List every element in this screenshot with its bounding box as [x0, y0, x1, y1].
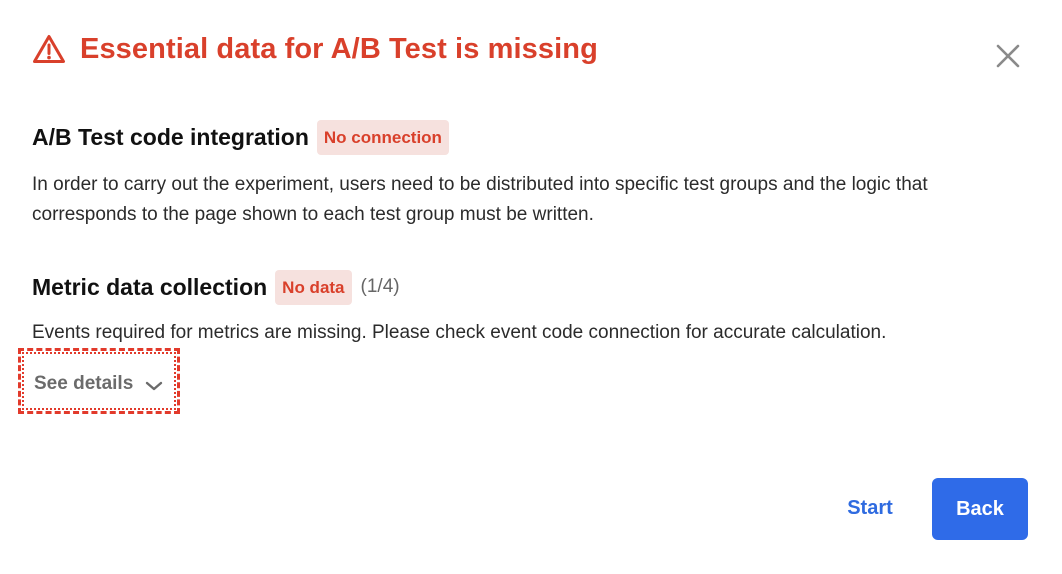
start-button[interactable]: Start — [832, 478, 908, 538]
section-description: In order to carry out the experiment, us… — [32, 174, 928, 225]
warning-triangle-icon — [33, 35, 65, 63]
section-header: A/B Test code integration No connection — [32, 118, 1022, 156]
section-description: Events required for metrics are missing.… — [32, 322, 887, 343]
section-title: A/B Test code integration — [32, 123, 309, 150]
dialog-header: Essential data for A/B Test is missing — [32, 34, 598, 64]
close-icon[interactable] — [993, 41, 1023, 71]
back-button[interactable]: Back — [932, 478, 1028, 540]
section-title: Metric data collection — [32, 273, 268, 300]
section-metric-collection: Metric data collection No data (1/4) Eve… — [32, 268, 1022, 348]
dialog-title: Essential data for A/B Test is missing — [80, 32, 598, 65]
chevron-down-icon — [146, 381, 163, 391]
status-badge: No data — [275, 269, 352, 305]
missing-data-dialog: Essential data for A/B Test is missing A… — [0, 0, 1062, 574]
see-details-toggle[interactable]: See details — [34, 373, 163, 395]
section-header: Metric data collection No data (1/4) — [32, 268, 1022, 306]
section-code-integration: A/B Test code integration No connection … — [32, 118, 1022, 230]
status-badge: No connection — [316, 119, 449, 155]
missing-count: (1/4) — [360, 276, 400, 297]
see-details-label: See details — [34, 373, 134, 394]
highlight-box: See details — [18, 348, 180, 414]
